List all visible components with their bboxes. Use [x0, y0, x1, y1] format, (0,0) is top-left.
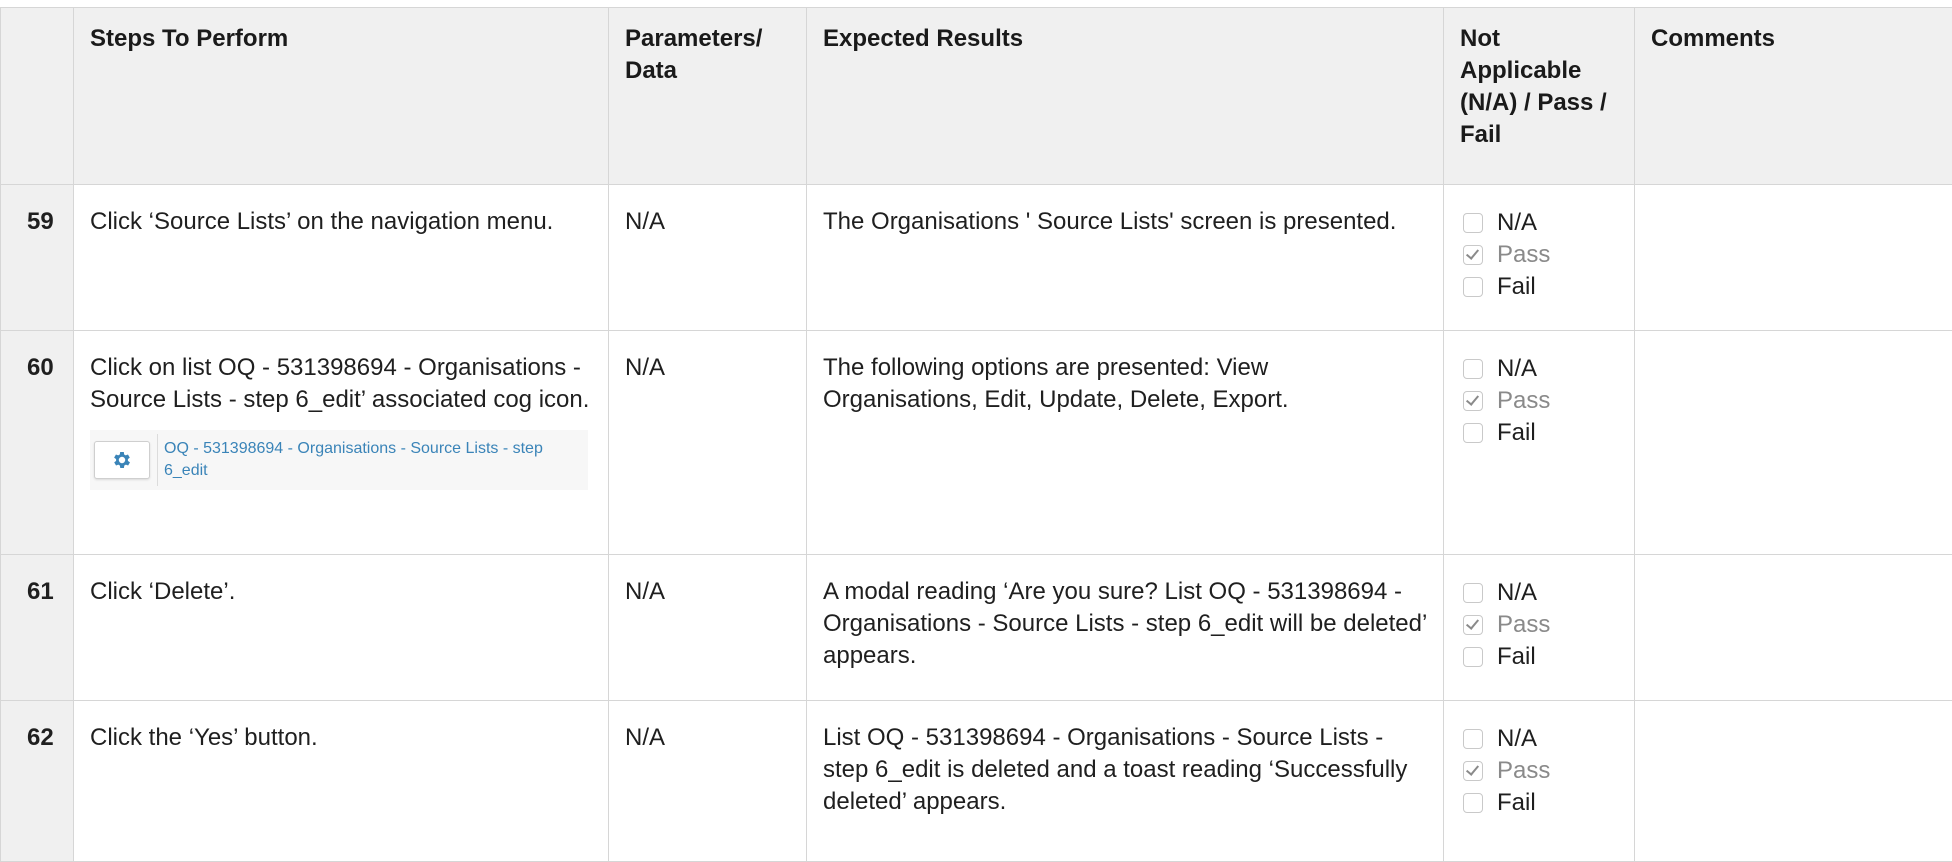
step-text: Click ‘Source Lists’ on the navigation m… — [74, 185, 609, 331]
cog-button[interactable] — [94, 441, 150, 479]
fail-checkbox[interactable] — [1463, 277, 1483, 297]
header-status: Not Applicable (N/A) / Pass / Fail — [1444, 8, 1635, 185]
status-option-pass[interactable]: Pass — [1460, 385, 1634, 417]
status-option-na[interactable]: N/A — [1460, 723, 1634, 755]
step-status: N/A Pass Fail — [1444, 185, 1635, 331]
status-option-na[interactable]: N/A — [1460, 207, 1634, 239]
header-comments: Comments — [1635, 8, 1952, 185]
fail-checkbox[interactable] — [1463, 793, 1483, 813]
step-comments[interactable] — [1635, 701, 1952, 862]
table-row: 61 Click ‘Delete’. N/A A modal reading ‘… — [1, 555, 1952, 701]
status-option-na[interactable]: N/A — [1460, 353, 1634, 385]
step-params: N/A — [609, 701, 807, 862]
table-row: 59 Click ‘Source Lists’ on the navigatio… — [1, 185, 1952, 331]
na-checkbox[interactable] — [1463, 729, 1483, 749]
na-checkbox[interactable] — [1463, 213, 1483, 233]
header-expected: Expected Results — [807, 8, 1444, 185]
status-option-pass[interactable]: Pass — [1460, 755, 1634, 787]
pass-checkbox[interactable] — [1463, 245, 1483, 265]
step-expected: The following options are presented: Vie… — [807, 331, 1444, 555]
step-comments[interactable] — [1635, 185, 1952, 331]
header-step-number — [1, 8, 74, 185]
step-status: N/A Pass Fail — [1444, 701, 1635, 862]
step-comments[interactable] — [1635, 331, 1952, 555]
step-expected: The Organisations ' Source Lists' screen… — [807, 185, 1444, 331]
table-row: 60 Click on list OQ - 531398694 - Organi… — [1, 331, 1952, 555]
step-params: N/A — [609, 185, 807, 331]
step-number: 59 — [1, 185, 74, 331]
inline-screenshot: OQ - 531398694 - Organisations - Source … — [90, 430, 588, 490]
step-expected: List OQ - 531398694 - Organisations - So… — [807, 701, 1444, 862]
step-number: 60 — [1, 331, 74, 555]
step-number: 61 — [1, 555, 74, 701]
status-option-fail[interactable]: Fail — [1460, 271, 1634, 303]
step-number: 62 — [1, 701, 74, 862]
step-text: Click on list OQ - 531398694 - Organisat… — [74, 331, 609, 555]
table-row: 62 Click the ‘Yes’ button. N/A List OQ -… — [1, 701, 1952, 862]
status-option-pass[interactable]: Pass — [1460, 239, 1634, 271]
status-option-fail[interactable]: Fail — [1460, 641, 1634, 673]
test-steps-table: Steps To Perform Parameters/ Data Expect… — [0, 7, 1952, 862]
step-status: N/A Pass Fail — [1444, 555, 1635, 701]
step-text: Click ‘Delete’. — [74, 555, 609, 701]
status-option-fail[interactable]: Fail — [1460, 417, 1634, 449]
step-text: Click the ‘Yes’ button. — [74, 701, 609, 862]
pass-checkbox[interactable] — [1463, 761, 1483, 781]
cog-icon — [111, 449, 133, 471]
na-checkbox[interactable] — [1463, 583, 1483, 603]
status-option-fail[interactable]: Fail — [1460, 787, 1634, 819]
fail-checkbox[interactable] — [1463, 647, 1483, 667]
step-expected: A modal reading ‘Are you sure? List OQ -… — [807, 555, 1444, 701]
pass-checkbox[interactable] — [1463, 615, 1483, 635]
fail-checkbox[interactable] — [1463, 423, 1483, 443]
step-comments[interactable] — [1635, 555, 1952, 701]
test-script-table-wrapper: Steps To Perform Parameters/ Data Expect… — [0, 7, 1952, 862]
header-params: Parameters/ Data — [609, 8, 807, 185]
table-header-row: Steps To Perform Parameters/ Data Expect… — [1, 8, 1952, 185]
status-option-pass[interactable]: Pass — [1460, 609, 1634, 641]
divider — [157, 434, 158, 486]
status-option-na[interactable]: N/A — [1460, 577, 1634, 609]
na-checkbox[interactable] — [1463, 359, 1483, 379]
step-params: N/A — [609, 555, 807, 701]
step-status: N/A Pass Fail — [1444, 331, 1635, 555]
pass-checkbox[interactable] — [1463, 391, 1483, 411]
source-list-link[interactable]: OQ - 531398694 - Organisations - Source … — [164, 438, 574, 482]
header-steps: Steps To Perform — [74, 8, 609, 185]
step-params: N/A — [609, 331, 807, 555]
